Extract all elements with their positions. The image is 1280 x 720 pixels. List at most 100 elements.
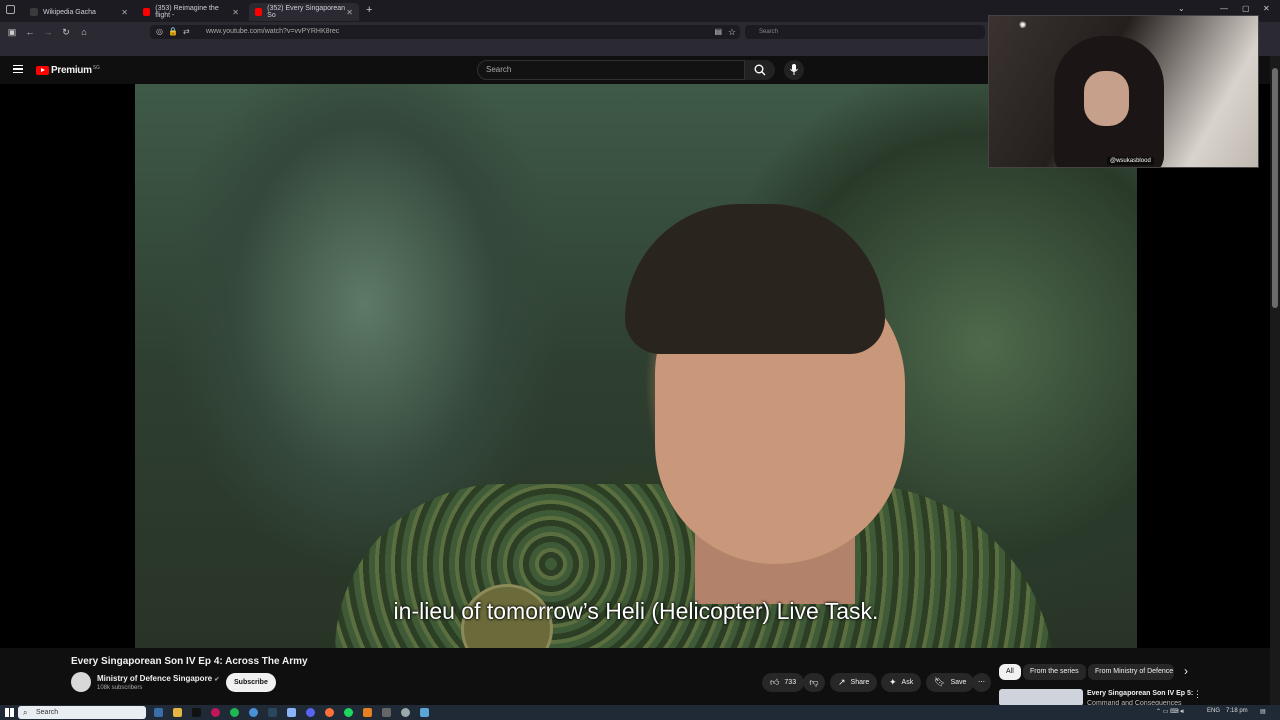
close-tab-icon[interactable]: ✕ bbox=[346, 8, 353, 17]
chip-from-channel-label: From Ministry of Defence bbox=[1095, 668, 1174, 675]
steam-icon[interactable] bbox=[268, 708, 277, 717]
more-actions-button[interactable]: ⋯ bbox=[972, 673, 991, 692]
youtube-premium-logo[interactable]: Premium SG bbox=[36, 65, 100, 76]
firefox-icon[interactable] bbox=[325, 708, 334, 717]
logo-region: SG bbox=[92, 64, 100, 71]
tab-label: (352) Every Singaporean So bbox=[267, 5, 345, 19]
youtube-play-icon bbox=[36, 66, 49, 75]
menu-icon[interactable] bbox=[13, 65, 23, 73]
reload-button[interactable]: ↻ bbox=[57, 27, 75, 38]
tab-overview-icon[interactable] bbox=[6, 5, 15, 14]
subscribe-button[interactable]: Subscribe bbox=[226, 673, 276, 692]
like-button[interactable]: 👍︎ 733 bbox=[762, 673, 805, 692]
like-count: 733 bbox=[784, 679, 797, 686]
video-player[interactable]: in-lieu of tomorrow’s Heli (Helicopter) … bbox=[0, 84, 1270, 648]
bookmark-icon: 🔖︎ bbox=[934, 677, 946, 687]
system-tray-icons[interactable]: ⌃ ▭ ⌨ 🔊︎ bbox=[1156, 708, 1184, 716]
voice-search-button[interactable] bbox=[784, 60, 804, 80]
browser-search-field[interactable]: Search bbox=[745, 25, 985, 39]
task-view-icon[interactable] bbox=[154, 708, 163, 717]
input-language[interactable]: ENG bbox=[1207, 708, 1220, 714]
taskbar-search-placeholder: Search bbox=[36, 709, 59, 716]
app-icon[interactable] bbox=[287, 708, 296, 717]
save-button[interactable]: 🔖︎ Save bbox=[926, 673, 975, 692]
obs-icon[interactable] bbox=[363, 708, 372, 717]
search-icon bbox=[754, 64, 766, 76]
close-window-button[interactable]: ✕ bbox=[1263, 4, 1270, 13]
youtube-search-placeholder: Search bbox=[486, 65, 512, 74]
video-info-section: Every Singaporean Son IV Ep 4: Across Th… bbox=[0, 648, 1270, 706]
youtube-icon bbox=[143, 8, 151, 16]
video-subtitle: in-lieu of tomorrow’s Heli (Helicopter) … bbox=[393, 598, 879, 624]
close-tab-icon[interactable]: ✕ bbox=[121, 8, 128, 17]
verified-badge-icon: ✔ bbox=[214, 677, 220, 683]
tab-list-chevron-icon[interactable]: ⌄ bbox=[1178, 4, 1185, 13]
ask-button[interactable]: ✦ Ask bbox=[881, 673, 922, 692]
tab-label: Wikipedia Gacha bbox=[43, 8, 96, 16]
share-button[interactable]: ↗ Share bbox=[830, 673, 878, 692]
spotify-icon[interactable] bbox=[230, 708, 239, 717]
streamer-handle: @wsukasblood bbox=[1107, 157, 1154, 165]
chip-all[interactable]: All bbox=[999, 664, 1021, 680]
share-label: Share bbox=[850, 679, 870, 686]
related-video-thumbnail[interactable] bbox=[999, 689, 1083, 706]
ask-label: Ask bbox=[901, 679, 914, 686]
more-icon: ⋯ bbox=[978, 679, 985, 686]
taskbar-search-field[interactable]: ⌕ Search bbox=[18, 706, 146, 719]
subscriber-count: 108k subscribers bbox=[97, 685, 143, 691]
thumbs-down-icon: 👎︎ bbox=[809, 677, 819, 687]
chip-from-channel[interactable]: From Ministry of Defence bbox=[1088, 664, 1174, 680]
app-icon[interactable] bbox=[420, 708, 429, 717]
neon-sign: ✺ bbox=[1019, 20, 1027, 30]
minimize-button[interactable]: — bbox=[1220, 4, 1228, 13]
reader-view-icon[interactable]: ▤ bbox=[714, 25, 722, 39]
taskbar-search-icon: ⌕ bbox=[23, 708, 28, 717]
thumbs-up-icon: 👍︎ bbox=[770, 677, 780, 687]
windows-taskbar: ⌕ Search ⌃ ▭ ⌨ 🔊︎ ENG 7:18 pm ▤ bbox=[0, 705, 1280, 720]
save-label: Save bbox=[950, 679, 967, 686]
scrollbar-thumb[interactable] bbox=[1272, 68, 1278, 308]
spotify-icon[interactable] bbox=[344, 708, 353, 717]
site-info-icons: ◎🔒⇄ bbox=[156, 27, 195, 36]
video-title: Every Singaporean Son IV Ep 4: Across Th… bbox=[71, 656, 308, 667]
bookmark-star-icon[interactable]: ☆ bbox=[728, 25, 736, 39]
microphone-icon bbox=[790, 64, 798, 75]
new-tab-button[interactable]: + bbox=[366, 4, 372, 16]
youtube-search-input[interactable]: Search bbox=[477, 60, 745, 80]
chrome-icon[interactable] bbox=[249, 708, 258, 717]
channel-avatar[interactable] bbox=[71, 672, 91, 692]
share-icon: ↗ bbox=[838, 677, 846, 687]
logo-text: Premium bbox=[51, 65, 92, 76]
dislike-button[interactable]: 👎︎ bbox=[803, 673, 825, 692]
chips-next-arrow-icon[interactable]: › bbox=[1184, 664, 1188, 678]
app-icon[interactable] bbox=[192, 708, 201, 717]
notification-icon[interactable]: ▤ bbox=[1260, 708, 1266, 715]
channel-name-text: Ministry of Defence Singapore bbox=[97, 674, 213, 683]
app-icon[interactable] bbox=[306, 708, 315, 717]
windows-start-icon[interactable] bbox=[5, 708, 14, 717]
streamer-webcam-overlay: ✺ @wsukasblood bbox=[988, 15, 1259, 168]
file-explorer-icon[interactable] bbox=[173, 708, 182, 717]
clock[interactable]: 7:18 pm bbox=[1226, 708, 1248, 714]
video-soldier-hair bbox=[625, 204, 885, 354]
home-button[interactable]: ⌂ bbox=[75, 27, 93, 37]
maximize-button[interactable]: ▢ bbox=[1242, 4, 1250, 13]
chip-from-the-series[interactable]: From the series bbox=[1023, 664, 1086, 680]
channel-name[interactable]: Ministry of Defence Singapore ✔ bbox=[97, 674, 219, 683]
page-scrollbar[interactable] bbox=[1270, 56, 1280, 706]
sidebar-toggle-icon[interactable]: ▣ bbox=[3, 27, 21, 38]
forward-button[interactable]: → bbox=[39, 27, 57, 37]
related-video-menu-icon[interactable]: ⋮ bbox=[1193, 689, 1202, 700]
related-video-title[interactable]: Every Singaporean Son IV Ep 5: bbox=[1087, 690, 1197, 697]
address-bar[interactable]: ◎🔒⇄ www.youtube.com/watch?v=vvPYRHK8rec … bbox=[150, 25, 740, 39]
app-icon[interactable] bbox=[382, 708, 391, 717]
youtube-search-button[interactable] bbox=[745, 60, 775, 80]
app-icon[interactable] bbox=[401, 708, 410, 717]
close-tab-icon[interactable]: ✕ bbox=[232, 8, 239, 17]
app-icon[interactable] bbox=[211, 708, 220, 717]
back-button[interactable]: ← bbox=[21, 27, 39, 37]
tab-reimagine-flight[interactable]: (353) Reimagine the flight - ✕ bbox=[137, 3, 245, 21]
tab-every-singaporean-son[interactable]: (352) Every Singaporean So ✕ bbox=[249, 3, 359, 21]
sparkle-icon: ✦ bbox=[889, 677, 897, 687]
tab-wikipedia-gacha[interactable]: Wikipedia Gacha ✕ bbox=[24, 3, 134, 21]
